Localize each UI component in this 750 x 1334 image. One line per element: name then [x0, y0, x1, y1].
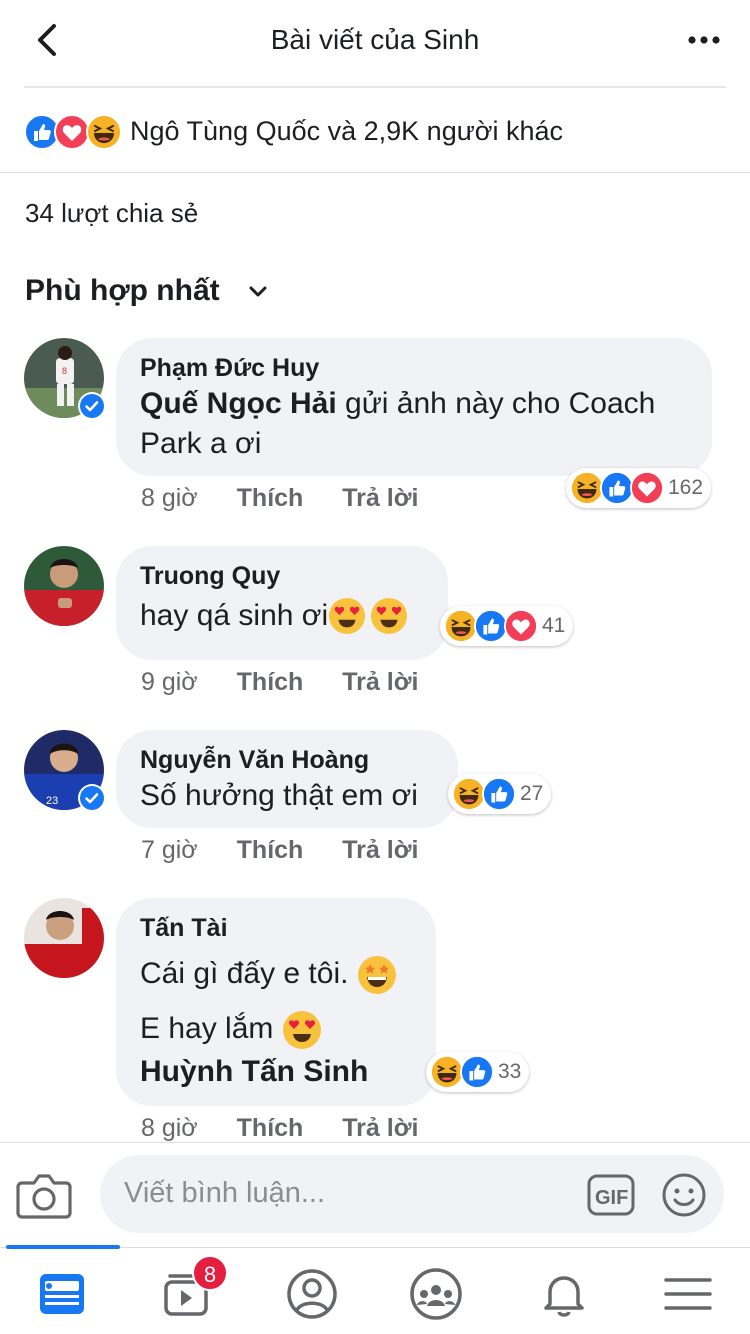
comment-author[interactable]: Nguyễn Văn Hoàng — [140, 744, 434, 776]
reaction-icons — [430, 1055, 494, 1089]
like-button[interactable]: Thích — [237, 836, 304, 864]
share-count[interactable]: 34 lượt chia sẻ — [25, 198, 198, 229]
menu-icon[interactable] — [658, 1264, 718, 1324]
comment-bubble[interactable]: Tấn Tài Cái gì đấy e tôi. E hay lắm Huỳn… — [116, 898, 436, 1106]
active-tab-indicator — [6, 1245, 120, 1249]
comment-meta: 7 giờ Thích Trả lời — [141, 836, 450, 865]
avatar[interactable] — [24, 546, 104, 626]
comment-author[interactable]: Truong Quy — [140, 560, 424, 592]
comment-sort-dropdown[interactable]: Phù hợp nhất — [25, 274, 267, 310]
reactions-summary[interactable]: Ngô Tùng Quốc và 2,9K người khác — [24, 112, 724, 152]
comment-bubble[interactable]: Nguyễn Văn Hoàng Số hưởng thật em ơi — [116, 730, 458, 828]
like-button[interactable]: Thích — [237, 668, 304, 696]
reaction-count: 33 — [498, 1060, 522, 1083]
bottom-tab-bar — [0, 1247, 750, 1334]
svg-text:8: 8 — [62, 366, 67, 376]
comment-time: 9 giờ — [141, 668, 198, 696]
comment-text: Số hưởng thật em ơi — [140, 779, 418, 812]
reply-button[interactable]: Trả lời — [342, 836, 418, 864]
comment-meta: 9 giờ Thích Trả lời — [141, 668, 450, 697]
sort-label: Phù hợp nhất — [25, 274, 220, 307]
watch-notification-badge: 8 — [192, 1255, 228, 1291]
comment-time: 8 giờ — [141, 484, 198, 512]
verified-badge-icon — [78, 392, 106, 420]
comment-author[interactable]: Tấn Tài — [140, 912, 412, 944]
haha-icon — [86, 114, 122, 150]
comment-bubble[interactable]: Phạm Đức Huy Quế Ngọc Hải gửi ảnh này ch… — [116, 338, 712, 476]
reaction-count: 41 — [542, 614, 566, 637]
haha-icon — [570, 471, 604, 505]
comment-input[interactable]: Viết bình luận... GIF — [100, 1155, 724, 1233]
comment-bubble[interactable]: Truong Quy hay qá sinh ơi — [116, 546, 448, 660]
reply-button[interactable]: Trả lời — [342, 668, 418, 696]
top-bar: Bài viết của Sinh — [0, 0, 750, 84]
comment-reactions[interactable]: 41 — [440, 606, 574, 646]
comment-meta: 8 giờ Thích Trả lời — [141, 484, 450, 513]
reply-button[interactable]: Trả lời — [342, 484, 418, 512]
comment-reactions[interactable]: 33 — [426, 1052, 530, 1092]
reaction-icons — [452, 777, 516, 811]
news-feed-icon[interactable] — [32, 1264, 92, 1324]
comment-text: Cái gì đấy e tôi. — [140, 954, 412, 995]
smile-icon[interactable] — [660, 1171, 708, 1219]
reaction-icons — [444, 609, 538, 643]
comment-meta: 8 giờ Thích Trả lời — [141, 1114, 450, 1143]
like-icon — [24, 114, 60, 150]
reaction-count: 27 — [520, 782, 544, 805]
comment-author[interactable]: Phạm Đức Huy — [140, 352, 688, 384]
chevron-down-icon — [249, 286, 267, 297]
header-divider — [24, 86, 726, 88]
tagged-user[interactable]: Quế Ngọc Hải — [140, 387, 337, 420]
svg-text:23: 23 — [46, 795, 58, 807]
comment-input-placeholder: Viết bình luận... — [124, 1177, 326, 1209]
like-button[interactable]: Thích — [237, 484, 304, 512]
comment-body-line1: Cái gì đấy e tôi. — [140, 957, 349, 990]
section-divider — [0, 172, 750, 173]
like-icon — [600, 471, 634, 505]
love-icon — [630, 471, 664, 505]
comment-composer: Viết bình luận... GIF — [0, 1143, 750, 1247]
svg-text:GIF: GIF — [595, 1187, 628, 1209]
like-button[interactable]: Thích — [237, 1114, 304, 1142]
comment-time: 7 giờ — [141, 836, 198, 864]
reactions-text: Ngô Tùng Quốc và 2,9K người khác — [130, 116, 564, 146]
comment-reactions[interactable]: 27 — [448, 774, 552, 814]
more-horizontal-icon[interactable] — [684, 22, 724, 58]
star-struck-emoji-icon — [357, 956, 396, 995]
heart-eyes-emoji-icon — [282, 1011, 321, 1050]
gif-icon[interactable]: GIF — [586, 1171, 636, 1219]
love-icon — [54, 114, 90, 150]
comment-text: Quế Ngọc Hải gửi ảnh này cho Coach Park … — [140, 384, 688, 464]
heart-eyes-emoji-icon — [329, 598, 408, 635]
comment-time: 8 giờ — [141, 1114, 198, 1142]
comment-text: hay qá sinh ơi — [140, 596, 424, 637]
avatar[interactable] — [24, 898, 104, 978]
reaction-icons — [24, 114, 122, 150]
reaction-count: 162 — [668, 476, 704, 499]
comment-reactions[interactable]: 162 — [566, 468, 712, 508]
comment-body-line2: E hay lắm — [140, 1012, 274, 1046]
page-title: Bài viết của Sinh — [270, 24, 480, 55]
reaction-icons — [570, 471, 664, 505]
profile-icon[interactable] — [282, 1264, 342, 1324]
groups-icon[interactable] — [406, 1264, 466, 1324]
camera-icon[interactable] — [16, 1169, 72, 1221]
comment-text: E hay lắm — [140, 1009, 412, 1050]
tagged-user[interactable]: Huỳnh Tấn Sinh — [140, 1052, 412, 1092]
notifications-icon[interactable] — [534, 1264, 594, 1324]
reply-button[interactable]: Trả lời — [342, 1114, 418, 1142]
comment-body: hay qá sinh ơi — [140, 599, 329, 632]
verified-badge-icon — [78, 784, 106, 812]
